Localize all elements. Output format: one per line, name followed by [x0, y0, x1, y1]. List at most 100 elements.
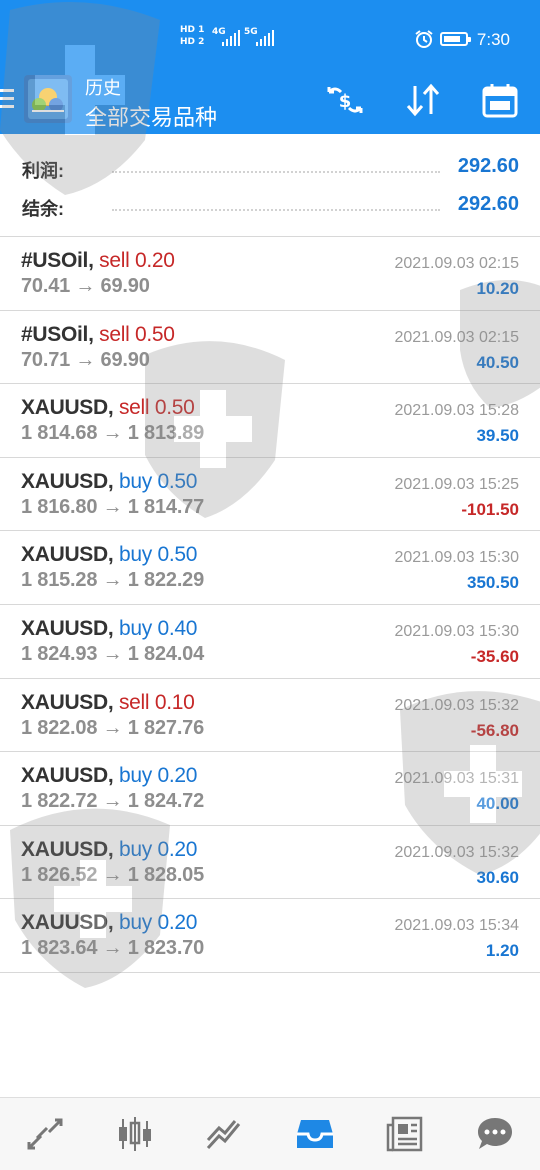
- trade-row[interactable]: XAUUSD, buy 0.50 1 816.80 → 1 814.77 2021.…: [0, 458, 540, 532]
- trade-history-list: #USOil, sell 0.20 70.41 → 69.90 2021.09.03…: [0, 237, 540, 973]
- trade-volume: 0.20: [157, 911, 198, 935]
- trade-profit: 1.20: [485, 941, 519, 961]
- trade-row[interactable]: #USOil, sell 0.50 70.71 → 69.90 2021.09.03…: [0, 311, 540, 385]
- trade-volume: 0.50: [157, 543, 198, 567]
- trade-profit: 350.50: [467, 573, 519, 593]
- sort-button[interactable]: [401, 78, 445, 122]
- trade-prices: 1 814.68 → 1 813.89: [21, 422, 205, 445]
- trade-profit: 39.50: [476, 426, 519, 446]
- trade-row[interactable]: XAUUSD, buy 0.20 1 826.52 → 1 828.05 2021.…: [0, 826, 540, 900]
- trade-action: buy: [118, 837, 152, 861]
- trade-profit: -56.80: [470, 720, 519, 740]
- trade-prices: 70.71 → 69.90: [21, 348, 150, 371]
- trade-row[interactable]: XAUUSD, buy 0.20 1 823.64 → 1 823.70 2021.…: [0, 899, 540, 973]
- trade-prices: 1 822.72 → 1 824.72: [21, 790, 205, 813]
- trade-symbol: XAUUSD: [21, 616, 108, 640]
- trade-action: sell: [118, 690, 150, 714]
- trade-prices: 1 815.28 → 1 822.29: [21, 569, 205, 592]
- trade-row[interactable]: XAUUSD, buy 0.20 1 822.72 → 1 824.72 2021.…: [0, 752, 540, 826]
- trade-prices: 1 823.64 → 1 823.70: [21, 937, 205, 960]
- trade-profit: 30.60: [476, 867, 519, 887]
- trade-action: buy: [118, 616, 152, 640]
- trade-volume: 0.10: [154, 690, 195, 714]
- trade-title: XAUUSD, buy 0.50: [21, 469, 198, 493]
- trade-symbol: XAUUSD: [21, 837, 108, 861]
- summary-panel: 利润: 292.60 结余: 292.60: [0, 134, 540, 236]
- page-title: 历史: [85, 78, 121, 98]
- trade-profit: -35.60: [470, 646, 519, 666]
- balance-row: 结余: 292.60: [0, 187, 540, 223]
- trade-symbol: XAUUSD: [21, 690, 108, 714]
- nav-chat[interactable]: [450, 1098, 540, 1170]
- top-bar: HD 1 HD 2 4G 5G 7:30 历史 全部交易品种 $: [0, 0, 540, 134]
- nav-news[interactable]: [360, 1098, 450, 1170]
- trade-title: #USOil, sell 0.50: [21, 322, 175, 346]
- signal-strength-2-icon: [256, 30, 274, 46]
- trade-time: 2021.09.03 15:31: [394, 770, 519, 788]
- trade-time: 2021.09.03 15:30: [394, 622, 519, 640]
- trade-prices: 1 824.93 → 1 824.04: [21, 642, 205, 665]
- trade-volume: 0.50: [157, 469, 198, 493]
- history-icon: [297, 1120, 333, 1148]
- trade-row[interactable]: #USOil, sell 0.20 70.41 → 69.90 2021.09.03…: [0, 237, 540, 311]
- bottom-navigation: [0, 1097, 540, 1170]
- svg-text:$: $: [339, 91, 352, 112]
- profit-value: 292.60: [457, 155, 519, 177]
- trade-symbol: XAUUSD: [21, 764, 108, 788]
- trade-symbol: #USOil: [21, 322, 89, 346]
- trade-icon: [206, 1120, 241, 1150]
- nav-chart[interactable]: [90, 1098, 180, 1170]
- trade-action: buy: [118, 469, 152, 493]
- dotted-leader: [112, 171, 440, 173]
- trade-action: sell: [99, 322, 130, 346]
- trade-prices: 1 816.80 → 1 814.77: [21, 495, 205, 518]
- trade-title: XAUUSD, buy 0.20: [21, 911, 198, 935]
- app-logo[interactable]: [24, 75, 72, 123]
- trade-action: sell: [118, 396, 150, 420]
- trade-symbol: XAUUSD: [21, 543, 108, 567]
- trade-title: XAUUSD, buy 0.50: [21, 543, 198, 567]
- trade-time: 2021.09.03 02:15: [394, 328, 519, 346]
- status-bar: HD 1 HD 2 4G 5G 7:30: [0, 0, 540, 56]
- calendar-button[interactable]: [478, 78, 522, 122]
- chat-icon: [478, 1118, 512, 1149]
- trade-time: 2021.09.03 15:34: [394, 917, 519, 935]
- trade-row[interactable]: XAUUSD, sell 0.10 1 822.08 → 1 827.76 2021…: [0, 679, 540, 753]
- alarm-icon: [415, 30, 433, 48]
- symbol-filter[interactable]: 全部交易品种: [85, 100, 217, 132]
- trade-row[interactable]: XAUUSD, buy 0.40 1 824.93 → 1 824.04 2021.…: [0, 605, 540, 679]
- trade-profit: 40.50: [476, 352, 519, 372]
- trade-time: 2021.09.03 15:32: [394, 843, 519, 861]
- trade-row[interactable]: XAUUSD, sell 0.50 1 814.68 → 1 813.89 2021…: [0, 384, 540, 458]
- trade-action: buy: [118, 543, 152, 567]
- sort-icon: [406, 83, 440, 117]
- app-header: 历史 全部交易品种 $: [0, 56, 540, 134]
- trade-volume: 0.20: [157, 837, 198, 861]
- nav-quotes[interactable]: [0, 1098, 90, 1170]
- nav-history[interactable]: [270, 1098, 360, 1170]
- status-time: 7:30: [476, 30, 510, 49]
- sim2-indicator: HD 2: [180, 37, 205, 47]
- trade-prices: 1 822.08 → 1 827.76: [21, 716, 205, 739]
- trade-volume: 0.20: [157, 764, 198, 788]
- balance-label: 结余:: [22, 199, 64, 219]
- menu-icon[interactable]: [0, 89, 14, 109]
- battery-level: [444, 36, 460, 42]
- exchange-button[interactable]: $: [323, 78, 367, 122]
- trade-prices: 1 826.52 → 1 828.05: [21, 863, 205, 886]
- trade-volume: 0.40: [157, 616, 198, 640]
- nav-trade[interactable]: [180, 1098, 270, 1170]
- trade-title: XAUUSD, buy 0.20: [21, 764, 198, 788]
- trade-symbol: XAUUSD: [21, 469, 108, 493]
- trade-profit: -101.50: [461, 499, 519, 519]
- trade-title: XAUUSD, sell 0.10: [21, 690, 195, 714]
- trade-action: sell: [99, 249, 130, 272]
- trade-symbol: XAUUSD: [21, 396, 108, 420]
- trade-volume: 0.20: [135, 249, 175, 272]
- trade-profit: 10.20: [476, 279, 519, 298]
- news-icon: [386, 1116, 423, 1152]
- trade-time: 2021.09.03 15:32: [394, 696, 519, 714]
- trade-row[interactable]: XAUUSD, buy 0.50 1 815.28 → 1 822.29 2021.…: [0, 531, 540, 605]
- dotted-leader: [112, 209, 440, 211]
- sim1-indicator: HD 1: [180, 25, 205, 35]
